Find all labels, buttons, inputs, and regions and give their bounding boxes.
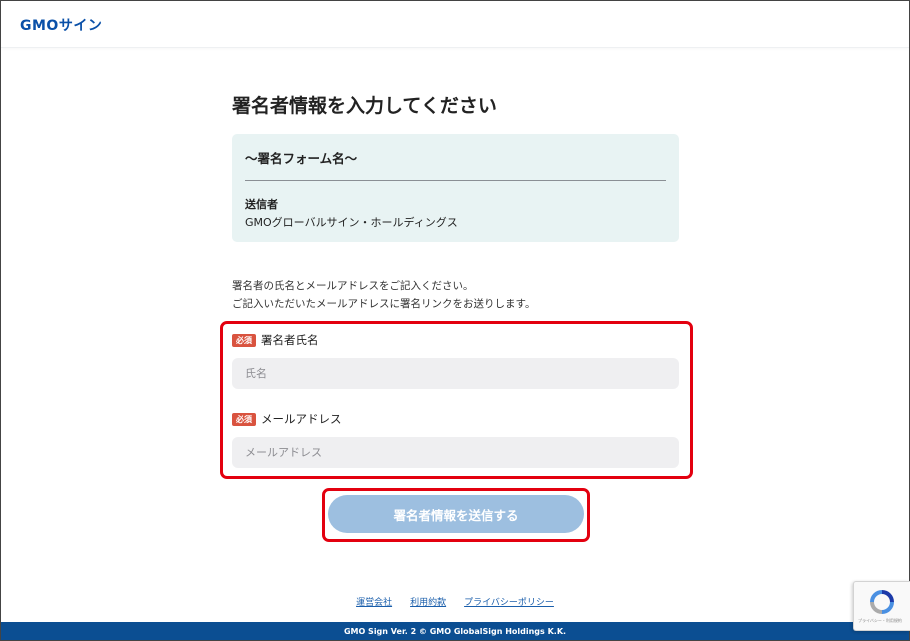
name-field-label: 署名者氏名 [261, 333, 319, 347]
submit-signer-info-button[interactable]: 署名者情報を送信する [328, 495, 584, 533]
sender-value: GMOグローバルサイン・ホールディングス [245, 216, 458, 229]
required-badge: 必須 [232, 412, 256, 426]
sender-label: 送信者 [245, 198, 278, 211]
footer-bar: GMO Sign Ver. 2 © GMO GlobalSign Holding… [1, 622, 909, 640]
email-label-row: 必須 メールアドレス [232, 411, 342, 427]
email-field-label: メールアドレス [261, 412, 342, 426]
required-badge: 必須 [232, 333, 256, 347]
page-title: 署名者情報を入力してください [232, 95, 497, 117]
app-header: GMOサイン [1, 1, 909, 48]
recaptcha-badge[interactable]: プライバシー・利用規約 [853, 581, 910, 631]
recaptcha-text: プライバシー・利用規約 [858, 618, 902, 623]
instruction-text: 署名者の氏名とメールアドレスをご記入ください。 ご記入いただいたメールアドレスに… [232, 277, 535, 313]
recaptcha-icon [870, 590, 894, 614]
footer-link-privacy[interactable]: プライバシーポリシー [464, 595, 554, 608]
card-divider [245, 180, 666, 181]
instruction-line-1: 署名者の氏名とメールアドレスをご記入ください。 [232, 280, 474, 292]
footer-copyright: GMO Sign Ver. 2 © GMO GlobalSign Holding… [343, 626, 567, 636]
gmo-sign-logo[interactable]: GMOサイン [20, 15, 102, 35]
signer-name-input[interactable] [232, 358, 679, 389]
instruction-line-2: ご記入いただいたメールアドレスに署名リンクをお送りします。 [232, 298, 536, 310]
signer-email-input[interactable] [232, 437, 679, 468]
name-label-row: 必須 署名者氏名 [232, 332, 319, 348]
footer-link-company[interactable]: 運営会社 [356, 595, 392, 608]
form-info-card: 〜署名フォーム名〜 送信者 GMOグローバルサイン・ホールディングス [232, 134, 679, 242]
footer-link-terms[interactable]: 利用約款 [410, 595, 446, 608]
footer-links: 運営会社 利用約款 プライバシーポリシー [1, 595, 909, 608]
form-name: 〜署名フォーム名〜 [245, 151, 358, 166]
